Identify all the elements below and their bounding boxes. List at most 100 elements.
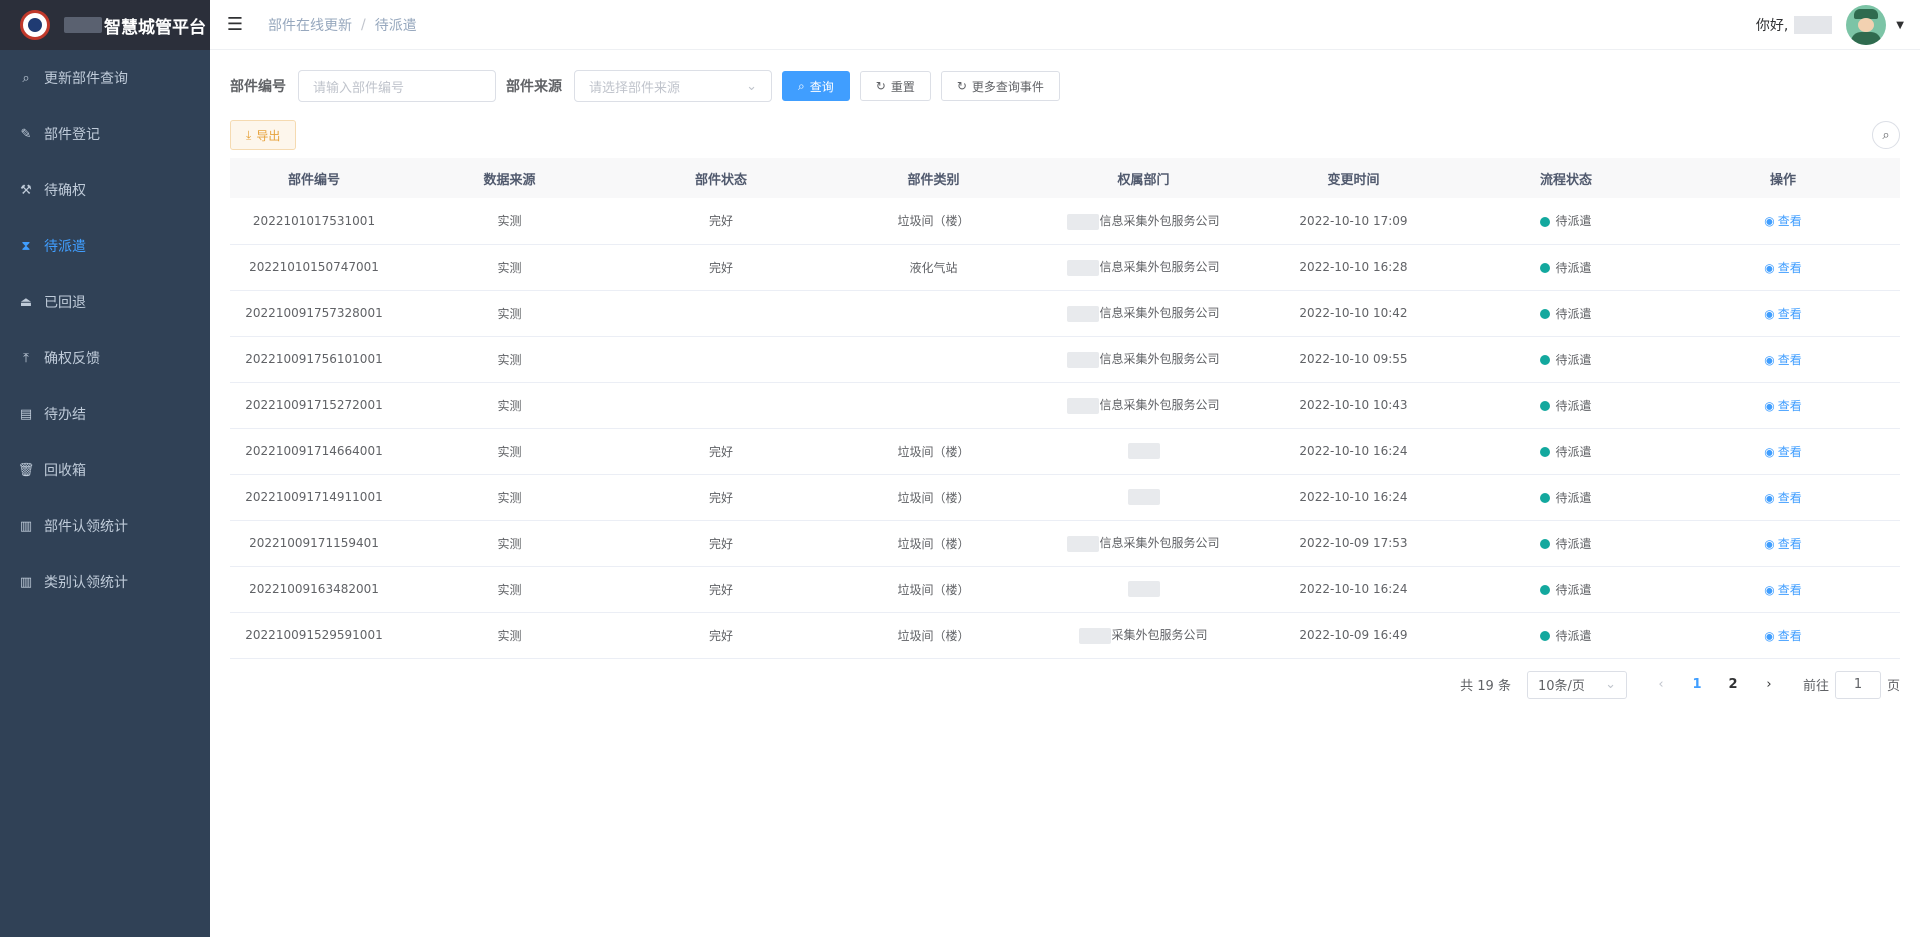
view-button-label: 查看 <box>1777 490 1802 505</box>
cell-code: 202210091529591001 <box>230 612 398 659</box>
reset-button[interactable]: ↻ 重置 <box>859 71 931 101</box>
download-icon: ⤓ <box>246 127 252 142</box>
dept-redacted <box>1127 489 1160 505</box>
sidebar-item-3[interactable]: ⧗ 待派遣 <box>0 218 210 274</box>
table-row: 20221009163482001 实测 完好 垃圾间（楼） 2022-10-10 16… <box>230 566 1900 613</box>
sidebar-item-1[interactable]: ✎ 部件登记 <box>0 106 210 162</box>
logo-redacted-text <box>64 17 102 33</box>
more-query-button-label: 更多查询事件 <box>971 79 1044 94</box>
sidebar-item-9[interactable]: ▥ 类别认领统计 <box>0 554 210 610</box>
cell-status: 完好 <box>621 474 821 521</box>
document-icon: ▤ <box>19 406 33 422</box>
view-button[interactable]: ◉ 查看 <box>1764 261 1802 275</box>
view-button-label: 查看 <box>1777 444 1802 459</box>
cell-source: 实测 <box>398 474 621 521</box>
view-button-label: 查看 <box>1777 628 1802 643</box>
sidebar-item-8[interactable]: ▥ 部件认领统计 <box>0 498 210 554</box>
next-page-icon[interactable]: › <box>1751 677 1787 692</box>
eye-icon: ◉ <box>1764 214 1775 229</box>
cell-category: 垃圾间（楼） <box>821 198 1046 245</box>
sidebar-item-4[interactable]: ⏏ 已回退 <box>0 274 210 330</box>
cell-source: 实测 <box>398 520 621 567</box>
export-button[interactable]: ⤓ 导出 <box>230 120 297 150</box>
sidebar-item-7[interactable]: 🗑 回收箱 <box>0 442 210 498</box>
flow-status-text: 待派遣 <box>1555 352 1592 367</box>
table-row: 202210091757328001 实测 信息采集外包服务公司 2022-10-10… <box>230 290 1900 337</box>
view-button[interactable]: ◉ 查看 <box>1764 583 1802 597</box>
view-button[interactable]: ◉ 查看 <box>1764 214 1802 228</box>
sidebar-item-label: 待办结 <box>44 407 86 423</box>
app-logo[interactable]: 智慧城管平台 <box>0 0 210 50</box>
status-dot-icon <box>1540 401 1551 411</box>
view-button[interactable]: ◉ 查看 <box>1764 491 1802 505</box>
eye-icon: ◉ <box>1764 260 1775 275</box>
flow-status-text: 待派遣 <box>1555 306 1592 321</box>
sidebar-item-0[interactable]: ⌕ 更新部件查询 <box>0 50 210 106</box>
cell-action: ◉ 查看 <box>1666 520 1900 567</box>
search-form: 部件编号 请输入部件编号 部件来源 请选择部件来源 ⌄ ⌕ 查询 ↻ 重置 ↻ … <box>230 70 1900 102</box>
view-button[interactable]: ◉ 查看 <box>1764 307 1802 321</box>
dept-text: 信息采集外包服务公司 <box>1099 214 1220 228</box>
search-icon: ⌕ <box>798 78 805 93</box>
cell-time: 2022-10-09 16:49 <box>1241 612 1466 659</box>
view-button-label: 查看 <box>1777 306 1802 321</box>
view-button[interactable]: ◉ 查看 <box>1764 353 1802 367</box>
hourglass-icon: ⧗ <box>21 238 31 254</box>
sidebar: 智慧城管平台 ⌕ 更新部件查询 ✎ 部件登记 ⚒ 待确权 ⧗ 待派遣 ⏏ 已回退 ⤒ 确权反馈 ▤ 待办结… <box>0 0 210 937</box>
more-query-button[interactable]: ↻ 更多查询事件 <box>940 71 1060 101</box>
greeting-text: 你好, <box>1755 18 1789 34</box>
dept-text: 采集外包服务公司 <box>1111 628 1208 643</box>
column-header: 部件状态 <box>621 158 821 198</box>
cell-time: 2022-10-09 17:53 <box>1241 520 1466 567</box>
sidebar-item-label: 已回退 <box>44 295 86 311</box>
column-header: 数据来源 <box>398 158 621 198</box>
cell-flow: 待派遣 <box>1466 612 1666 659</box>
cell-flow: 待派遣 <box>1466 290 1666 337</box>
caret-down-icon[interactable]: ▼ <box>1896 20 1904 31</box>
source-select[interactable]: 请选择部件来源 ⌄ <box>574 70 772 102</box>
avatar[interactable] <box>1846 5 1887 45</box>
cell-status: 完好 <box>621 520 821 567</box>
view-button[interactable]: ◉ 查看 <box>1764 537 1802 551</box>
sidebar-item-label: 确权反馈 <box>44 351 100 367</box>
prev-page-icon[interactable]: ‹ <box>1643 677 1679 692</box>
menu-toggle-icon[interactable]: ☰ <box>210 14 260 35</box>
dept-redacted <box>1067 535 1100 552</box>
eye-icon: ◉ <box>1764 352 1775 367</box>
upload-icon: ⤒ <box>23 350 29 366</box>
flow-status-text: 待派遣 <box>1555 536 1592 551</box>
view-button[interactable]: ◉ 查看 <box>1764 629 1802 643</box>
breadcrumb-item-parent[interactable]: 部件在线更新 <box>268 15 352 35</box>
cell-code: 2022101017531001 <box>230 198 398 245</box>
flow-status-text: 待派遣 <box>1555 260 1592 275</box>
query-button[interactable]: ⌕ 查询 <box>782 71 850 101</box>
cell-source: 实测 <box>398 336 621 383</box>
cell-flow: 待派遣 <box>1466 566 1666 613</box>
view-button[interactable]: ◉ 查看 <box>1764 445 1802 459</box>
code-input[interactable]: 请输入部件编号 <box>298 70 496 102</box>
bar-chart-icon: ▥ <box>19 518 33 534</box>
page-size-select[interactable]: 10条/页 ⌄ <box>1526 670 1627 699</box>
cell-action: ◉ 查看 <box>1666 198 1900 245</box>
view-button[interactable]: ◉ 查看 <box>1764 399 1802 413</box>
flow-status-text: 待派遣 <box>1555 444 1592 459</box>
eye-icon: ◉ <box>1764 536 1775 551</box>
cell-dept: 信息采集外包服务公司 <box>1046 382 1241 429</box>
sidebar-item-5[interactable]: ⤒ 确权反馈 <box>0 330 210 386</box>
sidebar-item-label: 部件认领统计 <box>44 519 128 535</box>
cell-action: ◉ 查看 <box>1666 244 1900 291</box>
cell-time: 2022-10-10 16:24 <box>1241 474 1466 521</box>
status-dot-icon <box>1540 216 1551 227</box>
search-toggle-icon[interactable]: ⌕ <box>1872 121 1900 149</box>
goto-page-input[interactable]: 1 <box>1834 670 1881 699</box>
sidebar-item-6[interactable]: ▤ 待办结 <box>0 386 210 442</box>
dept-redacted <box>1067 397 1100 414</box>
view-button-label: 查看 <box>1777 536 1802 551</box>
page-number-2[interactable]: 2 <box>1715 677 1751 692</box>
dept-text: 信息采集外包服务公司 <box>1099 260 1220 275</box>
page-number-1[interactable]: 1 <box>1679 677 1715 692</box>
cell-category: 垃圾间（楼） <box>821 566 1046 613</box>
flow-status-text: 待派遣 <box>1555 214 1592 229</box>
table-row: 202210091529591001 实测 完好 垃圾间（楼） 采集外包服务公司 2022… <box>230 612 1900 659</box>
sidebar-item-2[interactable]: ⚒ 待确权 <box>0 162 210 218</box>
